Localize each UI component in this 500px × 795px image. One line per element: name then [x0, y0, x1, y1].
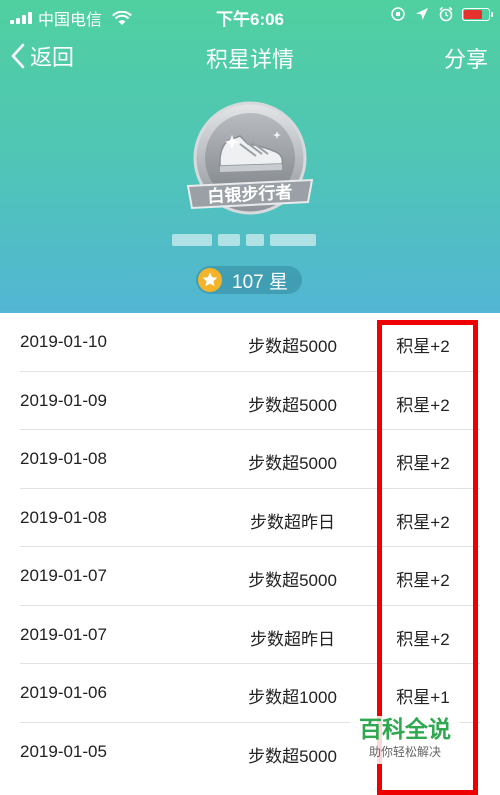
- nav-bar: 返回 积星详情 分享: [0, 34, 500, 78]
- orientation-lock-icon: [391, 7, 405, 21]
- share-button[interactable]: 分享: [444, 42, 488, 74]
- record-date: 2019-01-07: [20, 624, 107, 644]
- location-icon: [416, 8, 428, 20]
- watermark: 百科全说 助你轻松解决: [350, 716, 460, 764]
- record-date: 2019-01-08: [20, 449, 107, 468]
- record-reason: 步数超昨日: [250, 512, 335, 532]
- status-bar: 中国电信 下午6:06: [0, 0, 500, 30]
- record-reason: 步数超5000: [248, 395, 337, 415]
- record-date: 2019-01-09: [20, 390, 107, 410]
- watermark-title: 百科全说: [359, 717, 451, 743]
- star-icon: [198, 268, 222, 292]
- alarm-icon: [439, 6, 453, 22]
- record-date: 2019-01-06: [20, 683, 107, 702]
- star-count-pill: 107 星: [196, 266, 302, 294]
- record-reason: 步数超1000: [248, 688, 337, 707]
- record-date: 2019-01-07: [20, 566, 107, 585]
- page-title: 积星详情: [205, 47, 294, 72]
- record-reason: 步数超5000: [248, 337, 337, 356]
- badge-title: 白银步行者: [207, 182, 293, 207]
- header: 中国电信 下午6:06 返回 积星详情 分享 白银步行者 107 星: [0, 0, 500, 313]
- status-right: [390, 6, 493, 22]
- user-name-blurred: [172, 233, 328, 247]
- record-date: 2019-01-08: [20, 507, 107, 527]
- star-count: 107 星: [232, 271, 288, 293]
- record-reason: 步数超5000: [248, 571, 337, 590]
- record-reason: 步数超昨日: [250, 629, 335, 649]
- watermark-subtitle: 助你轻松解决: [368, 745, 441, 759]
- badge-medal-icon: 白银步行者: [186, 101, 314, 215]
- record-date: 2019-01-05: [20, 741, 107, 761]
- record-date: 2019-01-10: [20, 332, 107, 351]
- battery-icon: [462, 7, 493, 21]
- record-reason: 步数超5000: [248, 454, 337, 473]
- record-reason: 步数超5000: [248, 746, 337, 766]
